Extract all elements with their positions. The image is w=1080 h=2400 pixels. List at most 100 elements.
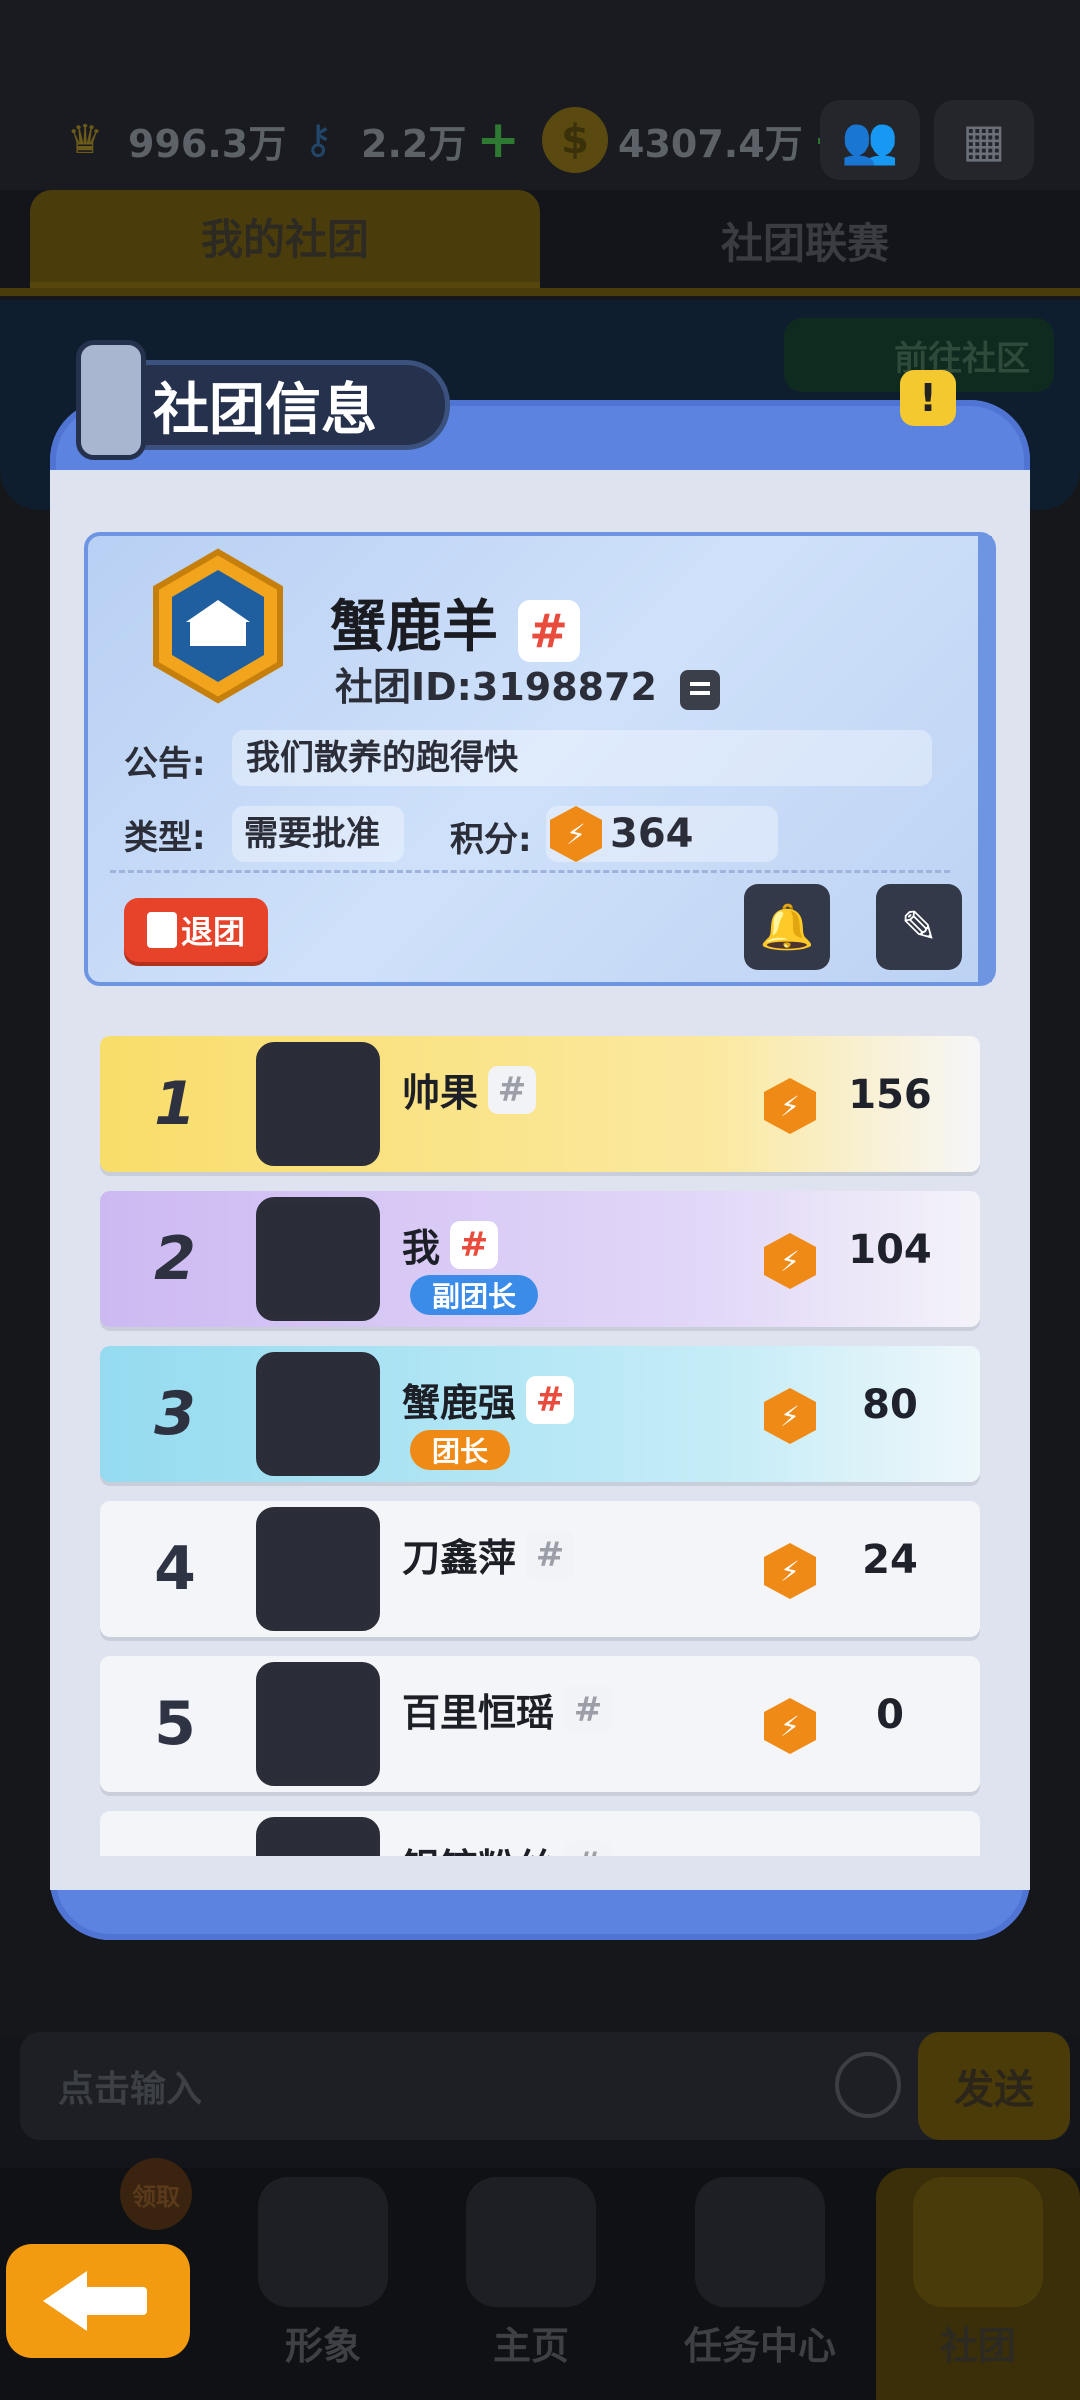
hash-tag-icon: #	[488, 1065, 537, 1114]
coin-counter: $ 4307.4万 +	[542, 100, 856, 180]
notification-button[interactable]: 🔔	[744, 884, 830, 970]
rank-label: 1	[154, 1069, 196, 1139]
friends-button[interactable]: 👥	[820, 100, 920, 180]
points-coin-icon: ⚡	[764, 1078, 816, 1134]
member-points: 0	[876, 1692, 904, 1738]
member-row[interactable]: 2 我 # 副团长 ⚡ 104	[100, 1191, 980, 1327]
edit-icon: ✎	[900, 901, 938, 953]
member-name: 我	[402, 1226, 441, 1270]
coin-icon: $	[542, 107, 608, 173]
member-row[interactable]: 1 帅果 # ⚡ 156	[100, 1036, 980, 1172]
copy-icon[interactable]	[680, 669, 721, 710]
points-coin-icon: ⚡	[764, 1388, 816, 1444]
coin-value: 4307.4万	[618, 121, 803, 166]
nav-tasks[interactable]: 任务中心	[660, 2168, 860, 2400]
hash-tag-icon: #	[564, 1840, 613, 1856]
member-points: 24	[862, 1537, 918, 1583]
member-name: 蟹鹿强	[402, 1381, 517, 1425]
avatar	[256, 1817, 380, 1856]
nav-tasks-label: 任务中心	[683, 2324, 836, 2368]
points-coin-icon: ⚡	[764, 1543, 816, 1599]
report-icon[interactable]: !	[900, 370, 956, 426]
role-badge: 副团长	[410, 1275, 539, 1315]
club-name: 蟹鹿羊 #	[330, 582, 580, 663]
hash-tag-icon: #	[517, 599, 580, 662]
role-badge: 团长	[410, 1430, 511, 1470]
exit-icon	[146, 912, 177, 948]
send-button[interactable]: 发送	[918, 2032, 1070, 2140]
friends-icon: 👥	[841, 112, 899, 167]
nav-club-label: 社团	[939, 2324, 1016, 2368]
crown-icon: ♛	[67, 117, 103, 163]
rank-label: 2	[154, 1224, 196, 1294]
chat-bar: 点击输入 发送	[20, 2032, 1070, 2140]
score-label: 积分:	[450, 820, 532, 860]
member-row[interactable]: 5 百里恒瑶 # ⚡ 0	[100, 1656, 980, 1792]
card-stripe	[978, 536, 992, 982]
hash-tag-icon: #	[450, 1220, 499, 1269]
avatar	[256, 1197, 380, 1321]
bell-icon: 🔔	[759, 902, 815, 953]
member-points: 80	[862, 1382, 918, 1428]
key-value: 2.2万	[361, 121, 467, 166]
nav-avatar-label: 形象	[284, 2324, 361, 2368]
club-id-text: 社团ID:3198872	[335, 665, 657, 709]
avatar-nav-icon	[258, 2177, 388, 2307]
club-tabs: 我的社团 社团联赛	[0, 190, 1080, 290]
type-value: 需要批准	[232, 806, 404, 862]
crown-counter: ♛ 996.3万	[52, 100, 286, 180]
avatar	[256, 1662, 380, 1786]
hash-tag-icon: #	[564, 1685, 613, 1734]
add-keys-button[interactable]: +	[476, 110, 520, 170]
nav-home-label: 主页	[492, 2324, 569, 2368]
score-coin-icon: ⚡	[550, 806, 602, 862]
key-icon: ⚷	[303, 117, 333, 163]
nav-club[interactable]: 社团	[876, 2168, 1080, 2400]
club-id: 社团ID:3198872	[335, 656, 721, 711]
club-score: ⚡ 364	[546, 806, 778, 862]
crown-value: 996.3万	[128, 121, 287, 166]
nav-avatar[interactable]: 形象	[228, 2168, 418, 2400]
avatar	[256, 1507, 380, 1631]
member-row[interactable]: 3 蟹鹿强 # 团长 ⚡ 80	[100, 1346, 980, 1482]
hash-tag-icon: #	[526, 1375, 575, 1424]
member-row[interactable]: 铝锭粉丝 #	[100, 1811, 980, 1856]
tab-my-club[interactable]: 我的社团	[30, 190, 540, 290]
menu-button[interactable]: ▦	[934, 100, 1034, 180]
quit-club-label: 退团	[180, 913, 245, 951]
tab-divider	[0, 288, 1080, 296]
type-label: 类型:	[124, 818, 206, 858]
avatar	[256, 1352, 380, 1476]
hash-tag-icon: #	[526, 1530, 575, 1579]
member-points: 156	[848, 1072, 932, 1118]
spray-can-icon	[76, 340, 146, 460]
nav-home[interactable]: 主页	[436, 2168, 626, 2400]
club-badge-icon	[153, 548, 283, 704]
claim-badge[interactable]: 领取	[120, 2158, 192, 2230]
announce-text: 我们散养的跑得快	[232, 730, 932, 786]
chat-input[interactable]: 点击输入	[58, 2060, 202, 2112]
edit-button[interactable]: ✎	[876, 884, 962, 970]
back-button[interactable]	[6, 2244, 190, 2358]
tasks-nav-icon	[695, 2177, 825, 2307]
key-counter: ⚷ 2.2万 +	[285, 100, 520, 180]
points-coin-icon: ⚡	[764, 1698, 816, 1754]
home-nav-icon	[466, 2177, 596, 2307]
member-name: 百里恒瑶	[402, 1691, 555, 1735]
emoji-icon[interactable]	[835, 2052, 901, 2118]
back-arrow-icon	[43, 2271, 153, 2331]
member-row[interactable]: 4 刀鑫萍 # ⚡ 24	[100, 1501, 980, 1637]
quit-club-button[interactable]: 退团	[124, 898, 268, 962]
announce-label: 公告:	[124, 744, 206, 784]
points-coin-icon: ⚡	[764, 1233, 816, 1289]
rank-label: 4	[154, 1534, 196, 1604]
member-name: 铝锭粉丝	[402, 1837, 554, 1856]
tab-club-league[interactable]: 社团联赛	[560, 190, 1050, 290]
member-list[interactable]: 1 帅果 # ⚡ 156 2 我 # 副团长 ⚡ 104 3 蟹鹿强 # 团长 ⚡ 8…	[84, 1000, 996, 1856]
club-name-text: 蟹鹿羊	[330, 595, 498, 660]
card-divider	[110, 870, 950, 873]
avatar	[256, 1042, 380, 1166]
member-name: 刀鑫萍	[402, 1536, 517, 1580]
club-score-value: 364	[610, 811, 694, 857]
menu-icon: ▦	[962, 113, 1006, 167]
